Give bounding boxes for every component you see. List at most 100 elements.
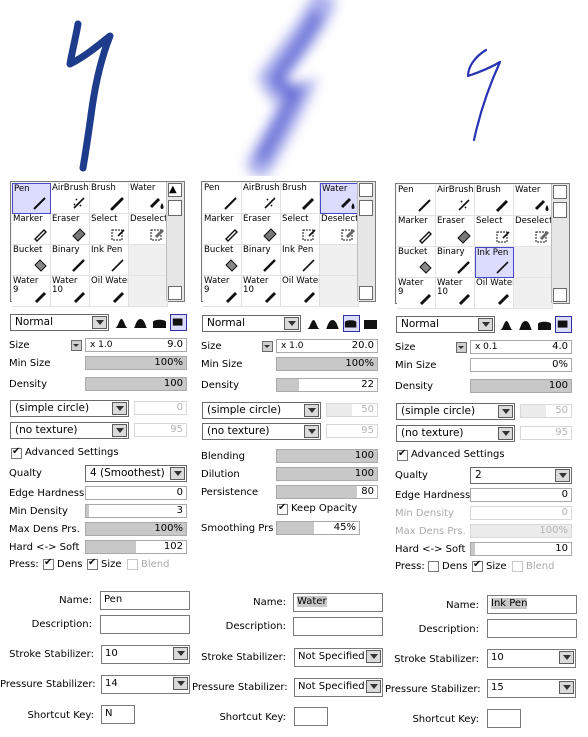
tool-scrollbar[interactable] — [551, 184, 569, 303]
smoothing-prs-slider[interactable]: 45% — [276, 521, 360, 535]
tool-empty-slot[interactable] — [320, 276, 359, 307]
min-size-slider[interactable]: 100% — [276, 357, 378, 371]
tool-water-10[interactable]: Water 10 — [436, 278, 475, 309]
blend-mode-select[interactable]: Normal — [396, 316, 495, 333]
press-dens-checkbox[interactable] — [43, 557, 54, 570]
shortcut-key-input[interactable]: N — [101, 705, 135, 724]
blend-mode-select[interactable]: Normal — [202, 315, 301, 332]
shape-square-edge-icon[interactable] — [170, 314, 187, 331]
scroll-up-icon[interactable] — [359, 183, 373, 197]
scroll-down-icon[interactable] — [168, 286, 182, 300]
tool-deselect[interactable]: Deselect — [129, 214, 168, 245]
stroke-stabilizer-select[interactable]: 10 — [101, 645, 190, 664]
tool-oil-water[interactable]: Oil Water — [281, 276, 320, 307]
shortcut-key-input[interactable] — [487, 709, 521, 728]
tool-eraser[interactable]: Eraser — [51, 214, 90, 245]
max-dens-prs-slider[interactable]: 100% — [85, 522, 187, 536]
brush-shape-select[interactable]: (simple circle) — [202, 402, 321, 419]
tool-empty-slot[interactable] — [320, 245, 359, 276]
quality-select[interactable]: 4 (Smoothest) — [85, 465, 187, 482]
size-slider[interactable]: x 1.0 9.0 — [85, 338, 187, 352]
press-dens-checkbox[interactable] — [428, 561, 439, 572]
tool-scrollbar[interactable] — [357, 182, 375, 301]
tool-empty-slot[interactable] — [129, 245, 168, 276]
tool-oil-water[interactable]: Oil Water — [475, 278, 514, 309]
brush-shape-select[interactable]: (simple circle) — [396, 403, 515, 420]
tool-brush[interactable]: Brush — [475, 185, 514, 216]
shape-soft-edge-icon[interactable] — [498, 316, 515, 333]
name-input[interactable]: Water — [293, 593, 383, 612]
size-slider[interactable]: x 0.1 4.0 — [470, 340, 572, 354]
advanced-settings-checkbox[interactable] — [11, 446, 22, 459]
scroll-up-icon[interactable]: ▲ — [168, 183, 182, 197]
tool-binary[interactable]: Binary — [51, 245, 90, 276]
tool-bucket[interactable]: Bucket — [12, 245, 51, 276]
dilution-slider[interactable]: 100 — [276, 467, 378, 481]
scroll-up-icon[interactable] — [553, 185, 567, 199]
size-multiplier-dropdown[interactable] — [262, 341, 273, 352]
min-size-slider[interactable]: 100% — [85, 356, 187, 370]
scroll-thumb[interactable] — [359, 200, 373, 216]
tool-water-9[interactable]: Water 9 — [12, 276, 51, 307]
shape-square-edge-icon[interactable] — [555, 316, 572, 333]
pressure-stabilizer-select[interactable]: Not Specified — [294, 678, 383, 697]
tool-pen[interactable]: Pen — [12, 183, 51, 214]
tool-ink-pen[interactable]: Ink Pen — [90, 245, 129, 276]
pressure-stabilizer-select[interactable]: 15 — [487, 679, 576, 698]
shape-soft-edge-icon[interactable] — [113, 314, 130, 331]
edge-hardness-slider[interactable]: 0 — [470, 488, 572, 502]
density-slider[interactable]: 100 — [85, 377, 187, 391]
shape-soft-edge-icon[interactable] — [305, 315, 322, 332]
tool-empty-slot[interactable] — [514, 247, 553, 278]
tool-airbrush[interactable]: AirBrush — [436, 185, 475, 216]
tool-pen[interactable]: Pen — [203, 183, 242, 214]
tool-bucket[interactable]: Bucket — [203, 245, 242, 276]
size-multiplier-dropdown[interactable] — [456, 342, 467, 353]
tool-empty-slot[interactable] — [514, 278, 553, 309]
shape-medium-edge-icon[interactable] — [517, 316, 534, 333]
min-density-slider[interactable]: 3 — [85, 504, 187, 518]
shortcut-key-input[interactable] — [294, 707, 328, 726]
scroll-down-icon[interactable] — [553, 288, 567, 302]
tool-scrollbar[interactable]: ▲ — [166, 182, 184, 301]
tool-brush[interactable]: Brush — [90, 183, 129, 214]
quality-select[interactable]: 2 — [470, 467, 572, 484]
stroke-stabilizer-select[interactable]: Not Specified — [294, 648, 383, 667]
blending-slider[interactable]: 100 — [276, 449, 378, 463]
tool-eraser[interactable]: Eraser — [436, 216, 475, 247]
tool-water-10[interactable]: Water 10 — [51, 276, 90, 307]
advanced-settings-checkbox[interactable] — [397, 448, 408, 461]
tool-marker[interactable]: Marker — [12, 214, 51, 245]
scroll-thumb[interactable] — [553, 202, 567, 218]
density-slider[interactable]: 100 — [470, 379, 572, 393]
size-multiplier-dropdown[interactable] — [71, 340, 82, 351]
tool-binary[interactable]: Binary — [242, 245, 281, 276]
tool-deselect[interactable]: Deselect — [320, 214, 359, 245]
edge-hardness-slider[interactable]: 0 — [85, 486, 187, 500]
tool-bucket[interactable]: Bucket — [397, 247, 436, 278]
hard-soft-slider[interactable]: 10 — [470, 542, 572, 556]
press-size-checkbox[interactable] — [87, 557, 98, 570]
shape-medium-edge-icon[interactable] — [324, 315, 341, 332]
min-size-slider[interactable]: 0% — [470, 358, 572, 372]
tool-ink-pen[interactable]: Ink Pen — [281, 245, 320, 276]
size-slider[interactable]: x 1.0 20.0 — [276, 339, 378, 353]
tool-select[interactable]: Select — [90, 214, 129, 245]
shape-hard-edge-icon[interactable] — [343, 315, 360, 332]
tool-airbrush[interactable]: AirBrush — [51, 183, 90, 214]
stroke-stabilizer-select[interactable]: 10 — [487, 649, 576, 668]
description-input[interactable] — [487, 619, 577, 638]
shape-hard-edge-icon[interactable] — [536, 316, 553, 333]
description-input[interactable] — [293, 617, 383, 636]
keep-opacity-checkbox[interactable] — [277, 502, 288, 515]
tool-water[interactable]: Water — [514, 185, 553, 216]
press-blend-checkbox[interactable] — [127, 559, 138, 570]
tool-oil-water[interactable]: Oil Water — [90, 276, 129, 307]
shape-medium-edge-icon[interactable] — [132, 314, 149, 331]
scroll-thumb[interactable] — [168, 200, 182, 216]
texture-select[interactable]: (no texture) — [202, 423, 321, 440]
tool-binary[interactable]: Binary — [436, 247, 475, 278]
tool-water[interactable]: Water — [320, 183, 359, 214]
name-input[interactable]: Ink Pen — [487, 595, 577, 614]
tool-deselect[interactable]: Deselect — [514, 216, 553, 247]
